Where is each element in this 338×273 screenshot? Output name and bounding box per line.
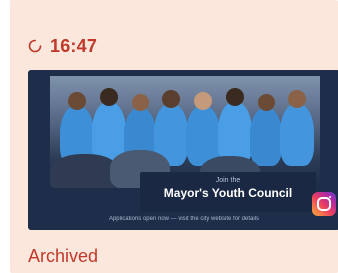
- instagram-icon: [312, 192, 336, 216]
- banner-subtitle: Join the: [215, 177, 241, 184]
- story-card[interactable]: 16:47 Join the Mayor's Youth Council App…: [10, 0, 338, 273]
- banner-title: Mayor's Youth Council: [163, 186, 293, 200]
- story-time: 16:47: [50, 35, 98, 56]
- story-time-row: 16:47: [28, 34, 97, 58]
- status-label: Archived: [28, 246, 99, 266]
- thumbnail-banner: Join the Mayor's Youth Council: [140, 172, 316, 212]
- loading-circle-icon: [28, 39, 42, 53]
- story-thumbnail[interactable]: Join the Mayor's Youth Council Applicati…: [28, 70, 338, 230]
- thumbnail-caption: Applications open now — visit the city w…: [108, 216, 260, 222]
